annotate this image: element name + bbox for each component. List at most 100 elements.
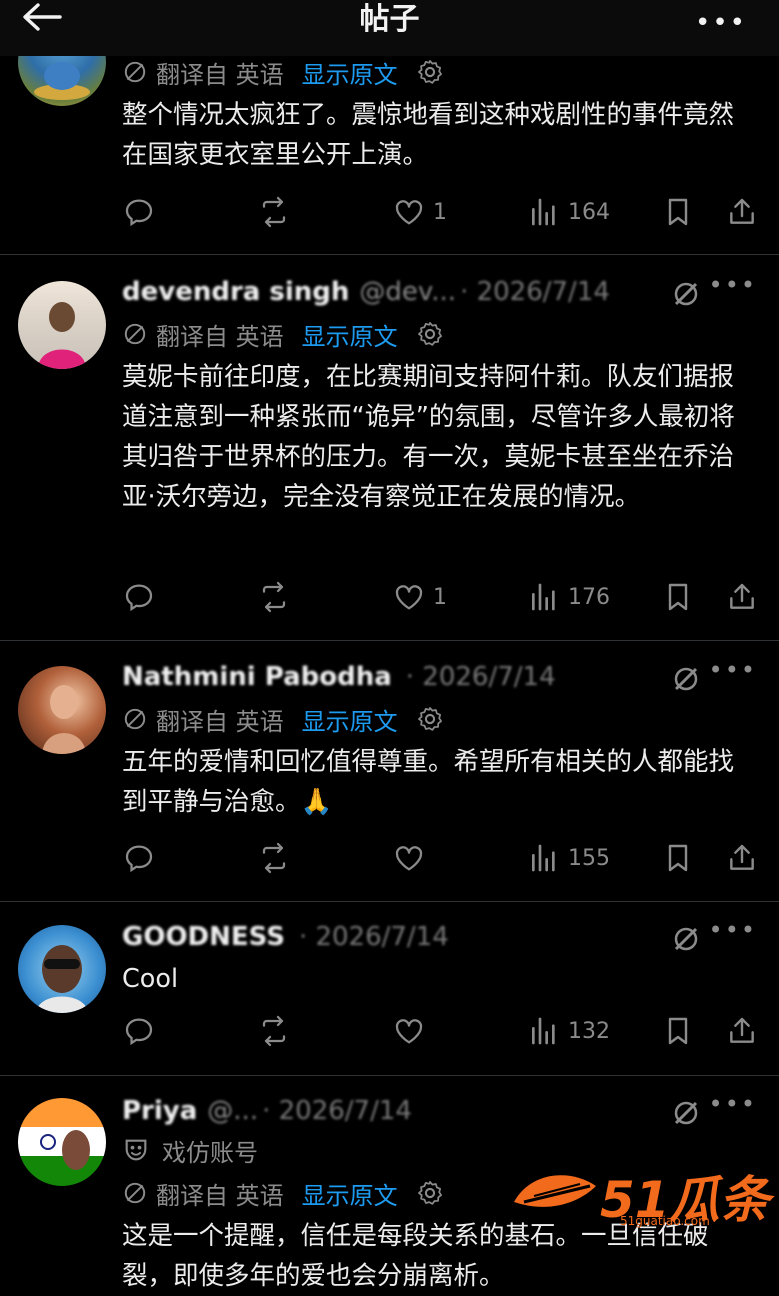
watermark-fish-icon [514, 1175, 596, 1207]
show-original-link[interactable]: 显示原文 [302, 55, 398, 90]
translated-from-label: 翻译自 英语 [156, 707, 284, 736]
show-original-link[interactable]: 显示原文 [302, 702, 398, 737]
action-bar: 155 [0, 836, 779, 880]
like-button[interactable]: 1 [393, 575, 447, 619]
action-bar: 132 [0, 1009, 779, 1053]
post-meta: devendra singh @dev... · 2026/7/14 ••• [122, 271, 759, 313]
heart-icon [393, 581, 425, 613]
gear-icon[interactable] [416, 705, 444, 733]
avatar[interactable] [18, 666, 106, 754]
views-icon [528, 842, 560, 874]
more-options-icon[interactable]: ••• [695, 8, 747, 38]
watermark-url: 51guatiao.com [620, 1214, 710, 1228]
parody-text: 戏仿账号 [162, 1138, 258, 1167]
repost-button[interactable] [258, 836, 290, 880]
bookmark-button[interactable] [662, 836, 694, 880]
post-meta: Priya @... · 2026/7/14 ••• [122, 1090, 759, 1132]
post-text: 五年的爱情和回忆值得尊重。希望所有相关的人都能找到平静与治愈。🙏 [122, 747, 735, 817]
author-name[interactable]: Priya @... · 2026/7/14 [122, 1096, 412, 1126]
translate-icon [122, 321, 148, 347]
repost-button[interactable] [258, 1009, 290, 1053]
translated-from-label: 翻译自 英语 [156, 60, 284, 89]
author-handle: @... [207, 1096, 259, 1126]
view-count: 176 [568, 584, 610, 610]
author-name[interactable]: GOODNESS · 2026/7/14 [122, 922, 449, 952]
avatar[interactable] [18, 925, 106, 1013]
post-more-icon[interactable]: ••• [709, 916, 757, 944]
post-date: · 2026/7/14 [405, 662, 556, 692]
author-name[interactable]: Nathmini Pabodha · 2026/7/14 [122, 662, 556, 692]
post-date: · 2026/7/14 [460, 277, 610, 307]
parody-label: 戏仿账号 [122, 1134, 258, 1167]
views-button[interactable]: 132 [528, 1009, 610, 1053]
share-icon [726, 196, 758, 228]
repost-icon [258, 581, 290, 613]
bookmark-button[interactable] [662, 575, 694, 619]
gear-icon[interactable] [416, 320, 444, 348]
views-button[interactable]: 176 [528, 575, 610, 619]
avatar[interactable] [18, 1098, 106, 1186]
reply-icon [123, 196, 155, 228]
views-button[interactable]: 164 [528, 190, 610, 234]
like-button[interactable]: 1 [393, 190, 447, 234]
view-count: 155 [568, 845, 610, 871]
share-button[interactable] [726, 190, 758, 234]
share-button[interactable] [726, 836, 758, 880]
reply-icon [123, 581, 155, 613]
grok-icon[interactable] [671, 279, 701, 309]
author-handle: @dev... [359, 277, 457, 307]
post-more-icon[interactable]: ••• [709, 1090, 757, 1118]
translated-from-label: 翻译自 英语 [156, 1181, 284, 1210]
heart-icon [393, 1015, 425, 1047]
post-text: 莫妮卡前往印度，在比赛期间支持阿什莉。队友们据报道注意到一种紧张而“诡异”的氛围… [122, 362, 735, 512]
reply-button[interactable] [123, 1009, 155, 1053]
author-name[interactable]: devendra singh @dev... · 2026/7/14 [122, 277, 610, 307]
action-bar: 1 176 [0, 575, 779, 619]
gear-icon[interactable] [416, 1179, 444, 1207]
post-text: Cool [122, 964, 179, 994]
reply-icon [123, 1015, 155, 1047]
view-count: 164 [568, 199, 610, 225]
post-more-icon[interactable]: ••• [709, 271, 757, 299]
watermark-logo: 51瓜条 51guatiao.com [510, 1162, 770, 1232]
translation-notice: 翻译自 英语 显示原文 [122, 317, 444, 352]
translation-notice: 翻译自 英语 显示原文 [122, 1176, 444, 1211]
show-original-link[interactable]: 显示原文 [302, 317, 398, 352]
like-count: 1 [433, 199, 447, 225]
bookmark-icon [662, 196, 694, 228]
action-bar: 1 164 [0, 190, 779, 234]
views-icon [528, 196, 560, 228]
share-button[interactable] [726, 1009, 758, 1053]
bookmark-icon [662, 581, 694, 613]
like-button[interactable] [393, 836, 433, 880]
gear-icon[interactable] [416, 58, 444, 86]
like-button[interactable] [393, 1009, 433, 1053]
bookmark-icon [662, 842, 694, 874]
post-2[interactable]: Nathmini Pabodha · 2026/7/14 ••• 翻译自 英语 显… [0, 640, 779, 901]
grok-icon[interactable] [671, 664, 701, 694]
share-icon [726, 842, 758, 874]
repost-button[interactable] [258, 575, 290, 619]
translate-icon [122, 706, 148, 732]
avatar[interactable] [18, 281, 106, 369]
bookmark-icon [662, 1015, 694, 1047]
post-3[interactable]: GOODNESS · 2026/7/14 ••• Cool 132 [0, 901, 779, 1075]
reply-button[interactable] [123, 575, 155, 619]
post-meta: Nathmini Pabodha · 2026/7/14 ••• [122, 656, 759, 698]
grok-icon[interactable] [671, 924, 701, 954]
post-date: · 2026/7/14 [262, 1096, 412, 1126]
bookmark-button[interactable] [662, 1009, 694, 1053]
repost-button[interactable] [258, 190, 290, 234]
share-button[interactable] [726, 575, 758, 619]
bookmark-button[interactable] [662, 190, 694, 234]
reply-button[interactable] [123, 836, 155, 880]
post-more-icon[interactable]: ••• [709, 656, 757, 684]
grok-icon[interactable] [671, 1098, 701, 1128]
heart-icon [393, 196, 425, 228]
views-button[interactable]: 155 [528, 836, 610, 880]
reply-button[interactable] [123, 190, 155, 234]
post-1[interactable]: devendra singh @dev... · 2026/7/14 ••• 翻译自… [0, 254, 779, 640]
views-icon [528, 1015, 560, 1047]
show-original-link[interactable]: 显示原文 [302, 1176, 398, 1211]
parody-mask-icon [125, 1139, 147, 1161]
